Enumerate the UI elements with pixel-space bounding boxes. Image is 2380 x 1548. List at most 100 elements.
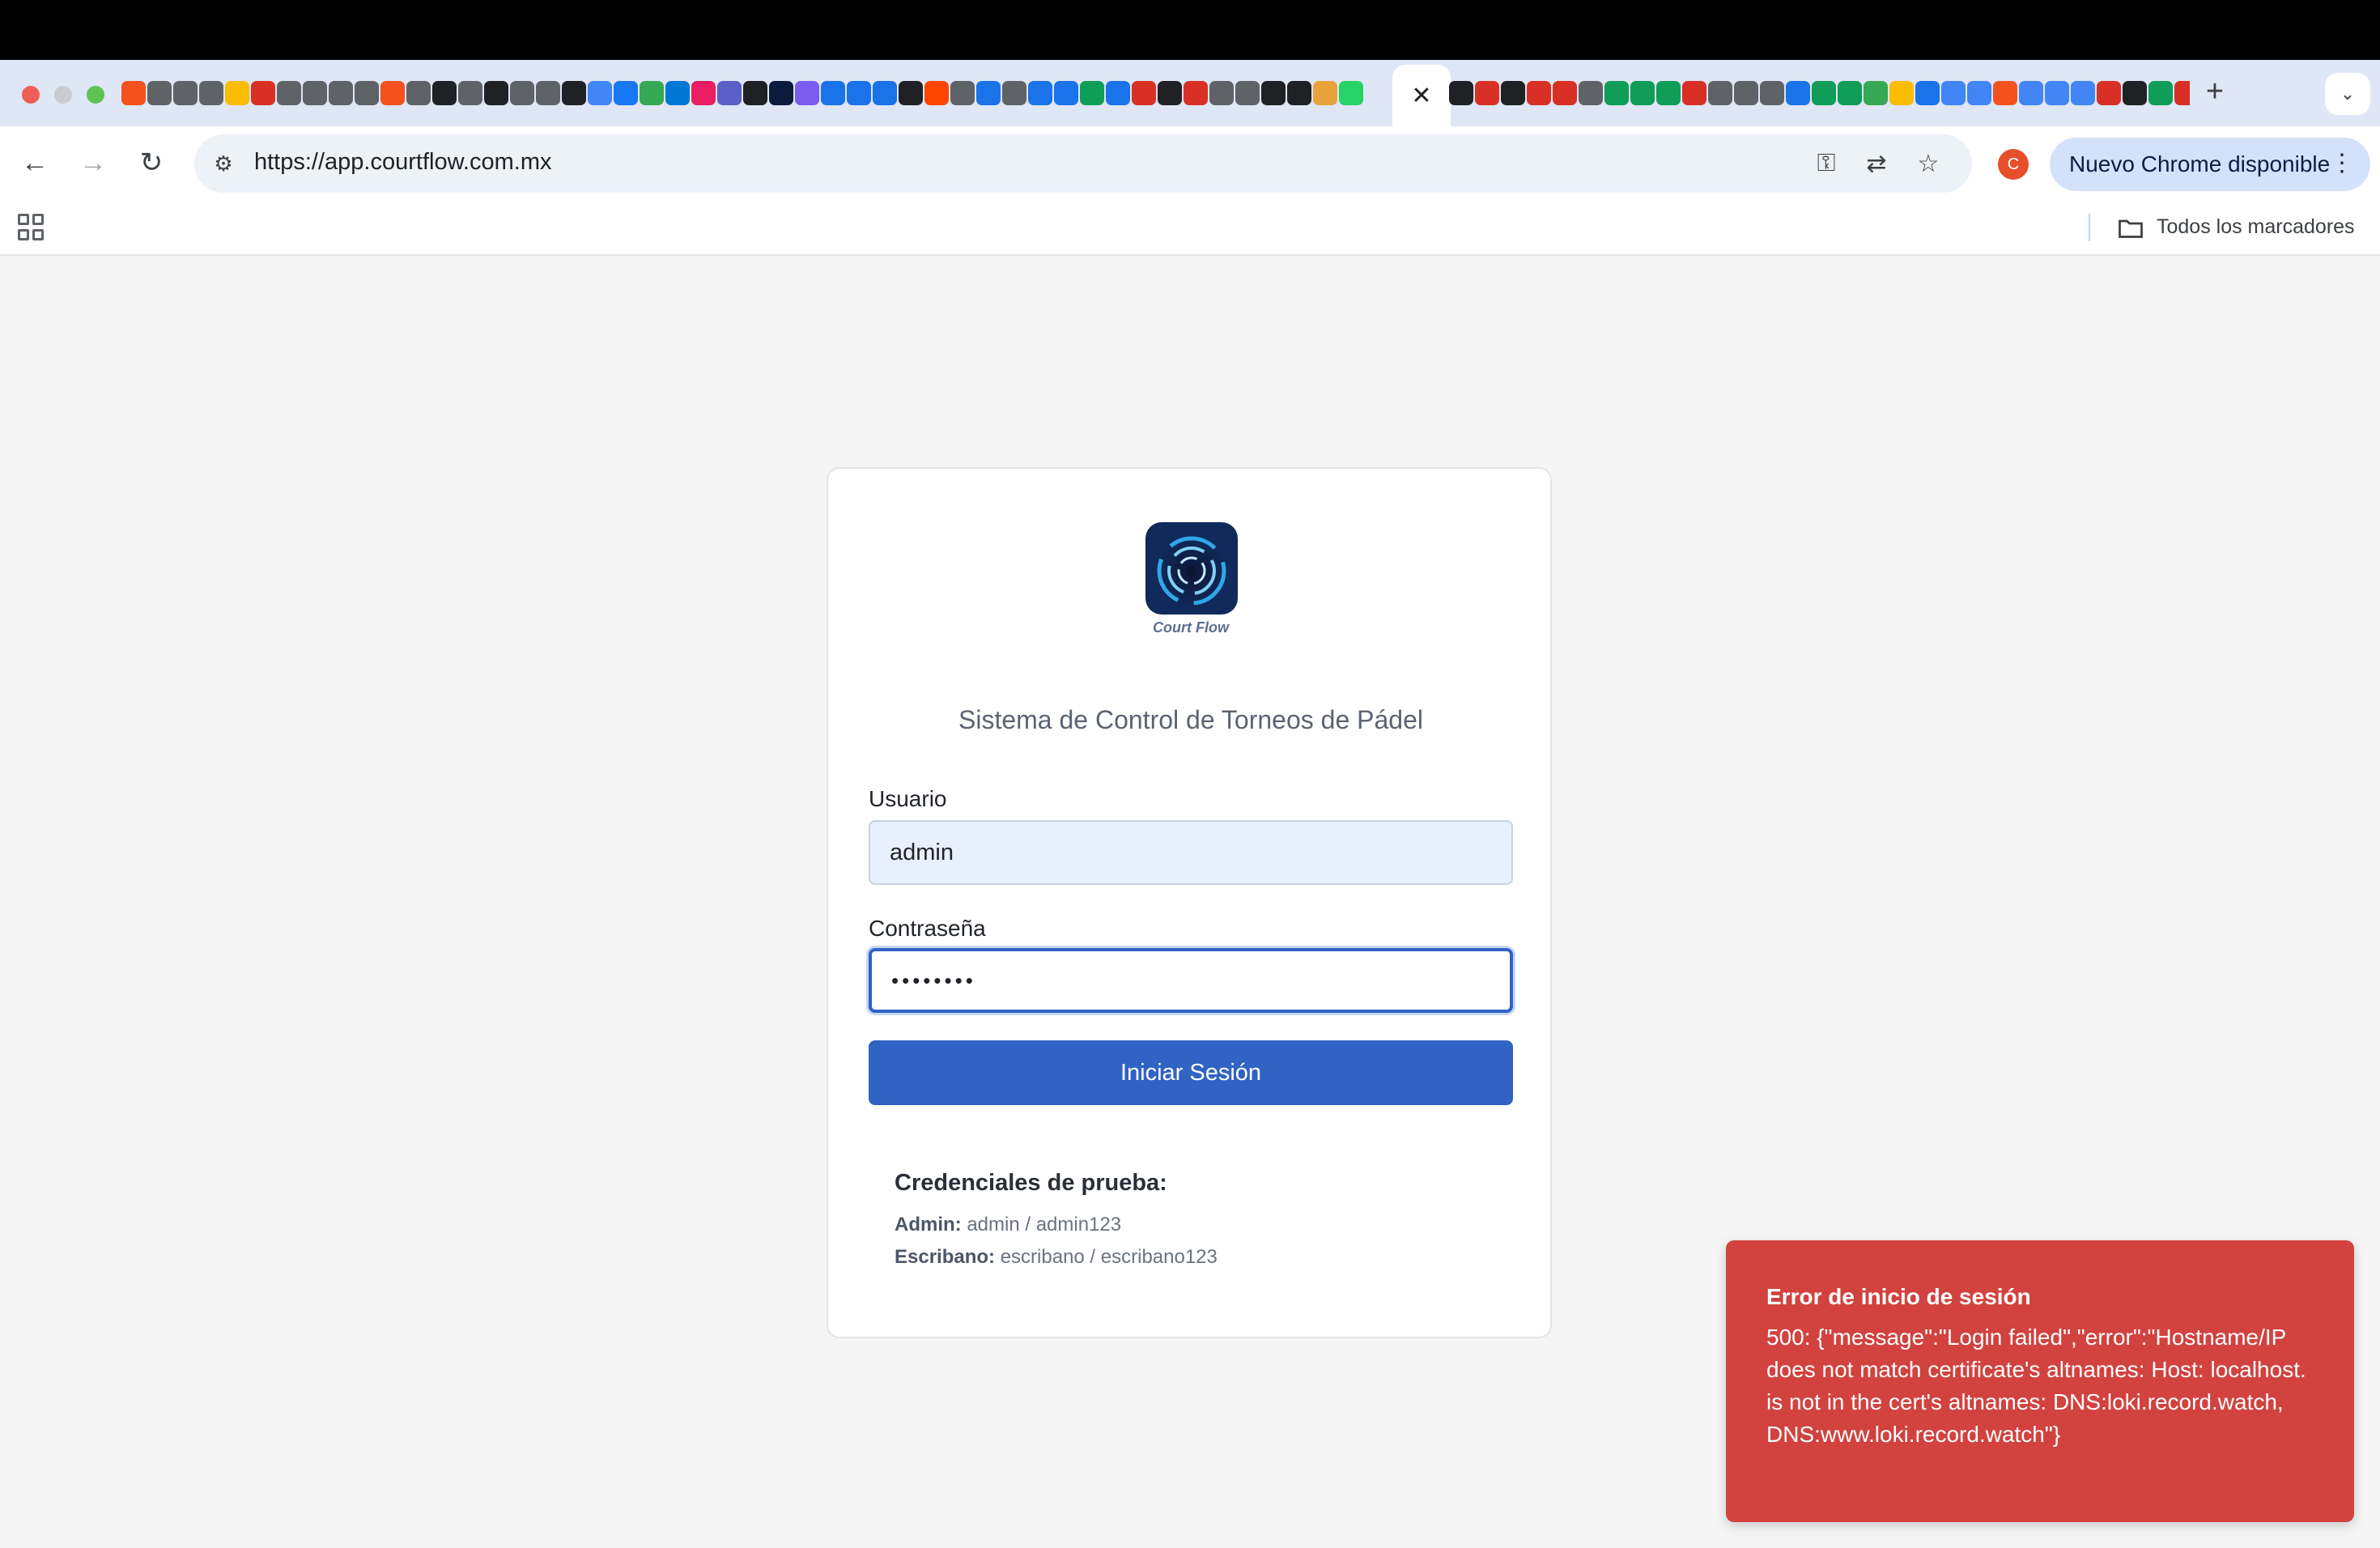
address-bar[interactable]: ⚙ https://app.courtflow.com.mx ⚿ ⇄ ☆: [194, 134, 1972, 193]
tab-favicon[interactable]: [665, 81, 690, 105]
tab-favicon[interactable]: [329, 81, 353, 105]
tab-favicon[interactable]: [1993, 81, 2017, 105]
tab-favicon[interactable]: [510, 81, 534, 105]
tab-favicon[interactable]: [199, 81, 223, 105]
tab-favicon[interactable]: [1604, 81, 1629, 105]
tab-favicon[interactable]: [1708, 81, 1732, 105]
back-button[interactable]: ←: [15, 142, 55, 183]
minimize-window-button[interactable]: [54, 86, 72, 104]
tab-favicon[interactable]: [2045, 81, 2069, 105]
tab-favicon[interactable]: [1656, 81, 1681, 105]
tab-favicon[interactable]: [121, 81, 146, 105]
tab-favicon[interactable]: [1002, 81, 1026, 105]
tab-favicon[interactable]: [1132, 81, 1156, 105]
tab-favicon[interactable]: [1106, 81, 1130, 105]
username-input[interactable]: admin: [869, 820, 1513, 885]
tab-favicon[interactable]: [847, 81, 871, 105]
more-menu-icon[interactable]: ⋮: [2330, 149, 2354, 177]
tab-favicon[interactable]: [899, 81, 923, 105]
tab-favicon[interactable]: [1287, 81, 1311, 105]
profile-avatar[interactable]: C: [1998, 149, 2029, 180]
tab-favicon[interactable]: [1682, 81, 1706, 105]
tab-favicon[interactable]: [173, 81, 198, 105]
tab-favicon[interactable]: [588, 81, 612, 105]
close-tab-icon[interactable]: ✕: [1392, 65, 1451, 126]
tab-favicon[interactable]: [2174, 81, 2190, 105]
tab-favicon[interactable]: [1734, 81, 1758, 105]
tab-favicon[interactable]: [2097, 81, 2121, 105]
tab-favicon[interactable]: [1080, 81, 1104, 105]
translate-icon[interactable]: ⇄: [1860, 147, 1893, 180]
error-toast[interactable]: Error de inicio de sesión 500: {"message…: [1726, 1240, 2354, 1522]
tab-favicon[interactable]: [1838, 81, 1862, 105]
tab-favicon[interactable]: [2019, 81, 2043, 105]
reload-button[interactable]: ↻: [131, 142, 172, 183]
tab-favicon[interactable]: [458, 81, 482, 105]
tab-favicon[interactable]: [1786, 81, 1810, 105]
tab-favicon[interactable]: [1889, 81, 1914, 105]
maximize-window-button[interactable]: [87, 86, 104, 104]
tab-favicon[interactable]: [1184, 81, 1208, 105]
tab-favicon[interactable]: [484, 81, 508, 105]
tab-favicon[interactable]: [147, 81, 172, 105]
tab-favicon[interactable]: [691, 81, 716, 105]
password-input[interactable]: ••••••••: [869, 948, 1513, 1013]
tab-favicon[interactable]: [432, 81, 457, 105]
new-tab-button[interactable]: +: [2199, 71, 2231, 112]
tab-favicon[interactable]: [1475, 81, 1499, 105]
tab-favicon[interactable]: [795, 81, 819, 105]
forward-button[interactable]: →: [73, 142, 113, 183]
tab-favicon[interactable]: [717, 81, 742, 105]
tab-favicon[interactable]: [821, 81, 845, 105]
tab-favicon[interactable]: [2071, 81, 2095, 105]
tab-favicon[interactable]: [1501, 81, 1525, 105]
tab-favicon[interactable]: [2148, 81, 2173, 105]
site-info-icon[interactable]: ⚙: [209, 149, 238, 178]
tab-favicon[interactable]: [1339, 81, 1363, 105]
all-bookmarks-link[interactable]: Todos los marcadores: [2157, 215, 2355, 239]
apps-grid-icon[interactable]: [18, 214, 45, 241]
tab-favicon[interactable]: [769, 81, 793, 105]
tab-favicon[interactable]: [303, 81, 327, 105]
tab-favicon[interactable]: [1967, 81, 1991, 105]
tab-favicon[interactable]: [640, 81, 664, 105]
key-icon[interactable]: ⚿: [1810, 147, 1842, 180]
tab-favicon[interactable]: [1630, 81, 1655, 105]
update-chrome-button[interactable]: Nuevo Chrome disponible ⋮: [2050, 138, 2370, 191]
tab-favicon[interactable]: [1553, 81, 1577, 105]
active-tab[interactable]: ✕: [1392, 65, 1451, 126]
tab-favicon[interactable]: [1527, 81, 1551, 105]
tab-favicon[interactable]: [1028, 81, 1052, 105]
star-icon[interactable]: ☆: [1912, 147, 1944, 180]
tab-favicon[interactable]: [1579, 81, 1603, 105]
tab-favicon[interactable]: [251, 81, 275, 105]
tab-favicon[interactable]: [1313, 81, 1337, 105]
tab-favicon[interactable]: [614, 81, 638, 105]
tab-favicon[interactable]: [2123, 81, 2147, 105]
tab-favicon[interactable]: [225, 81, 249, 105]
tab-favicon[interactable]: [380, 81, 405, 105]
tab-favicon[interactable]: [406, 81, 431, 105]
tab-favicon[interactable]: [1915, 81, 1940, 105]
tab-favicon[interactable]: [924, 81, 949, 105]
tab-favicon[interactable]: [1235, 81, 1260, 105]
tab-favicon[interactable]: [1864, 81, 1888, 105]
tab-favicon[interactable]: [1812, 81, 1836, 105]
tab-favicon[interactable]: [1209, 81, 1234, 105]
close-window-button[interactable]: [22, 86, 40, 104]
tab-favicon[interactable]: [950, 81, 975, 105]
tab-favicon[interactable]: [1760, 81, 1784, 105]
tab-favicon[interactable]: [1054, 81, 1078, 105]
tab-favicon[interactable]: [1261, 81, 1286, 105]
url-text[interactable]: https://app.courtflow.com.mx: [254, 149, 551, 176]
tab-favicon[interactable]: [873, 81, 897, 105]
tab-favicon[interactable]: [743, 81, 767, 105]
tab-favicon[interactable]: [1158, 81, 1182, 105]
tab-favicon[interactable]: [536, 81, 560, 105]
tab-favicon[interactable]: [562, 81, 586, 105]
tab-favicon[interactable]: [355, 81, 379, 105]
tab-favicon[interactable]: [1941, 81, 1966, 105]
tab-search-button[interactable]: ⌄: [2325, 73, 2370, 115]
tab-favicon[interactable]: [976, 81, 1001, 105]
login-button[interactable]: Iniciar Sesión: [869, 1040, 1513, 1105]
